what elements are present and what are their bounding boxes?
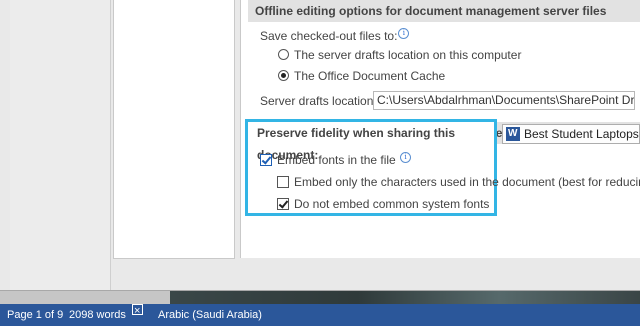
language-status[interactable]: Arabic (Saudi Arabia) — [158, 304, 262, 326]
no-common-fonts-label: Do not embed common system fonts — [294, 197, 490, 211]
no-common-fonts-checkbox[interactable] — [277, 198, 289, 210]
save-checked-out-label: Save checked-out files to: i — [260, 28, 410, 43]
document-select-value: Best Student Laptops1 — [524, 127, 640, 141]
word-options-dialog: Offline editing options for document man… — [0, 0, 640, 291]
server-drafts-input[interactable]: C:\Users\Abdalrhman\Documents\SharePoint… — [373, 91, 635, 110]
radio-server-drafts-label: The server drafts location on this compu… — [294, 48, 522, 62]
document-select[interactable]: Best Student Laptops1 — [502, 124, 640, 144]
info-icon: i — [400, 152, 412, 163]
offline-section-header: Offline editing options for document man… — [248, 0, 640, 22]
embed-fonts-checkbox[interactable] — [260, 154, 272, 166]
embed-fonts-text: Embed fonts in the file — [277, 153, 396, 167]
status-bar: Page 1 of 9 2098 words Arabic (Saudi Ara… — [0, 300, 640, 326]
document-background-image — [170, 290, 640, 304]
embed-fonts-label: Embed fonts in the file i — [277, 152, 412, 167]
radio-server-drafts[interactable] — [278, 49, 289, 60]
radio-office-cache-label: The Office Document Cache — [294, 69, 446, 83]
server-drafts-label: Server drafts location: — [260, 94, 377, 108]
left-panel — [10, 0, 111, 290]
page-count[interactable]: Page 1 of 9 — [7, 304, 63, 326]
word-count[interactable]: 2098 words — [69, 304, 126, 326]
info-icon: i — [398, 28, 410, 39]
proofing-icon-glyph — [132, 300, 143, 322]
save-checked-out-text: Save checked-out files to: — [260, 29, 398, 43]
options-nav-panel[interactable] — [113, 0, 235, 259]
fidelity-header-overlay: Preserve fidelity when sharing this docu… — [250, 122, 495, 162]
radio-office-cache[interactable] — [278, 70, 289, 81]
word-doc-icon — [506, 126, 520, 141]
embed-characters-label: Embed only the characters used in the do… — [294, 175, 640, 189]
embed-characters-checkbox[interactable] — [277, 176, 289, 188]
